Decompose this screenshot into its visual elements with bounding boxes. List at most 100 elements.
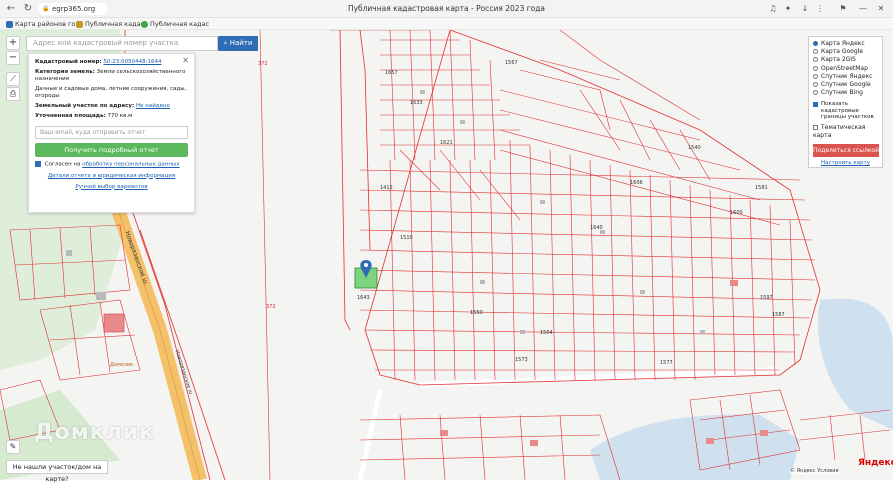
parcel-number: 372 — [266, 304, 276, 310]
minimize-icon[interactable]: — — [858, 4, 868, 14]
layer-option[interactable]: Спутник Bing — [813, 89, 878, 97]
bookmark-item[interactable]: Карта районов го — [6, 19, 75, 29]
zoom-in-button[interactable]: + — [6, 36, 20, 50]
parcel-number: 1657 — [385, 70, 398, 76]
radio-icon[interactable] — [813, 90, 818, 96]
parcel-number: 1600 — [730, 210, 743, 216]
poi-label: Домклик — [110, 362, 134, 368]
consent-text: Согласен на — [44, 161, 81, 168]
bookmark-icon[interactable]: ⚑ — [838, 4, 848, 14]
edit-icon[interactable]: ✎ — [6, 440, 20, 454]
search-button-label: Найти — [229, 39, 253, 47]
radio-icon[interactable] — [813, 65, 818, 71]
bookmark-label: Публичная кадас — [150, 20, 210, 28]
close-window-icon[interactable]: ✕ — [876, 4, 886, 14]
category-label: Категория земель: — [35, 69, 95, 75]
menu-icon[interactable]: ⋮ — [815, 4, 825, 14]
area-label: Уточненная площадь: — [35, 113, 106, 119]
radio-icon[interactable] — [813, 41, 818, 46]
thematic-label: Тематическая карта — [813, 123, 866, 140]
consent-row: Согласен на обработку персональных данны… — [35, 161, 188, 169]
layer-option[interactable]: Карта 2GIS — [813, 56, 878, 64]
parcel-number: 1621 — [440, 140, 453, 146]
layer-option[interactable]: Спутник Google — [813, 81, 878, 89]
parcel-number: 1577 — [660, 360, 673, 366]
consent-checkbox[interactable] — [35, 161, 41, 167]
print-icon[interactable]: ⎙ — [6, 87, 20, 101]
browser-toolbar: ← ↻ 🔒 egrp365.org Публичная кадастровая … — [0, 0, 893, 18]
search-button[interactable]: ⌕ Найти — [218, 36, 258, 51]
radio-icon[interactable] — [813, 57, 818, 63]
layer-label: Спутник Яндекс — [821, 72, 873, 80]
boundaries-label: Показать кадастровые границы участков — [821, 101, 874, 121]
radio-icon[interactable] — [813, 49, 818, 55]
layer-option[interactable]: Карта Google — [813, 48, 878, 56]
parcel-number: 1510 — [400, 235, 413, 241]
parcel-number: 1643 — [357, 295, 370, 301]
parcel-number: 1606 — [630, 180, 643, 186]
details-link[interactable]: Детали отчета и юридическая информация — [48, 173, 175, 179]
area-value: 770 кв.м — [107, 113, 133, 119]
share-link-button[interactable]: Поделиться ссылкой — [813, 144, 879, 158]
thematic-checkbox[interactable] — [813, 124, 818, 130]
headphones-icon[interactable]: ♫ — [768, 4, 778, 14]
layer-option[interactable]: Спутник Яндекс — [813, 73, 878, 81]
download-icon[interactable]: ↓ — [800, 4, 810, 14]
yandex-logo: Яндекс — [858, 458, 893, 468]
thematic-option[interactable]: Тематическая карта — [813, 124, 878, 140]
radio-icon[interactable] — [813, 73, 818, 79]
parcel-number: 1581 — [755, 185, 768, 191]
parcel-number: 1597 — [760, 295, 773, 301]
address-label: Земельный участок по адресу: — [35, 103, 135, 109]
bookmark-label: Карта районов го — [15, 20, 76, 28]
bookmarks-bar: Карта районов го Публичная кадас Публичн… — [0, 18, 893, 30]
layer-label: Спутник Google — [821, 81, 871, 89]
ruler-icon[interactable]: ⟋ — [6, 72, 20, 86]
layer-label: Карта 2GIS — [821, 56, 856, 64]
parcel-number: 1567 — [505, 60, 518, 66]
bookmark-label: Публичная кадас — [85, 20, 145, 28]
bookmark-item[interactable]: Публичная кадас — [141, 19, 209, 29]
layer-option[interactable]: Карта Яндекс — [813, 40, 878, 48]
radio-icon[interactable] — [813, 82, 818, 88]
address-value-link[interactable]: Не найдено — [136, 103, 170, 109]
extension-icon[interactable]: ✦ — [783, 4, 793, 14]
consent-link[interactable]: обработку персональных данных — [82, 162, 179, 168]
category-row: Категория земель: Земли сельскохозяйстве… — [35, 69, 188, 83]
bookmark-item[interactable]: Публичная кадас — [76, 19, 144, 29]
manual-select-link[interactable]: Ручной выбор вариантов — [75, 184, 147, 190]
configure-map-link[interactable]: Настроить карту — [821, 160, 870, 166]
get-report-button[interactable]: Получить подробный отчет — [35, 143, 188, 157]
cadastral-label: Кадастровый номер: — [35, 59, 102, 65]
layer-label: Карта Яндекс — [821, 40, 865, 47]
check-favicon-icon — [141, 21, 148, 28]
cadastre-favicon-icon — [76, 21, 83, 28]
parcel-number: 1564 — [540, 330, 553, 336]
cadastral-row: Кадастровый номер: 50:23:0050448:1644 — [35, 59, 188, 66]
boundaries-checkbox[interactable] — [813, 102, 818, 108]
parcel-number: 1540 — [688, 145, 701, 151]
close-icon[interactable]: ✕ — [182, 57, 189, 65]
map-favicon-icon — [6, 21, 13, 28]
window-title: Публичная кадастровая карта - Россия 202… — [347, 4, 546, 13]
parcel-info-panel: ✕ Кадастровый номер: 50:23:0050448:1644 … — [28, 53, 195, 213]
use-row: Дачные и садовые дома, летние сооружения… — [35, 86, 187, 99]
layer-label: OpenStreetMap — [821, 64, 868, 72]
address-row: Земельный участок по адресу: Не найдено — [35, 103, 188, 110]
watermark: Домклик — [34, 420, 156, 445]
not-found-button[interactable]: Не нашли участок/дом на карте? — [6, 460, 108, 483]
layer-option[interactable]: OpenStreetMap — [813, 65, 878, 73]
area-row: Уточненная площадь: 770 кв.м — [35, 113, 188, 120]
email-field[interactable]: Ваш email, куда отправить отчет — [35, 126, 188, 139]
parcel-number: 1587 — [772, 312, 785, 318]
cadastral-number-link[interactable]: 50:23:0050448:1644 — [103, 59, 161, 65]
copyright[interactable]: © Яндекс Условия — [790, 468, 839, 474]
boundaries-option[interactable]: Показать кадастровые границы участков — [813, 101, 878, 121]
map-layers-panel: Карта Яндекс Карта Google Карта 2GIS Ope… — [808, 36, 883, 168]
zoom-out-button[interactable]: − — [6, 51, 20, 65]
parcel-number: 1412 — [380, 185, 393, 191]
search-input[interactable]: Адрес или кадастровый номер участка — [26, 36, 218, 51]
parcel-number: 1633 — [410, 100, 423, 106]
search-icon: ⌕ — [223, 39, 228, 47]
layer-label: Спутник Bing — [821, 89, 863, 97]
